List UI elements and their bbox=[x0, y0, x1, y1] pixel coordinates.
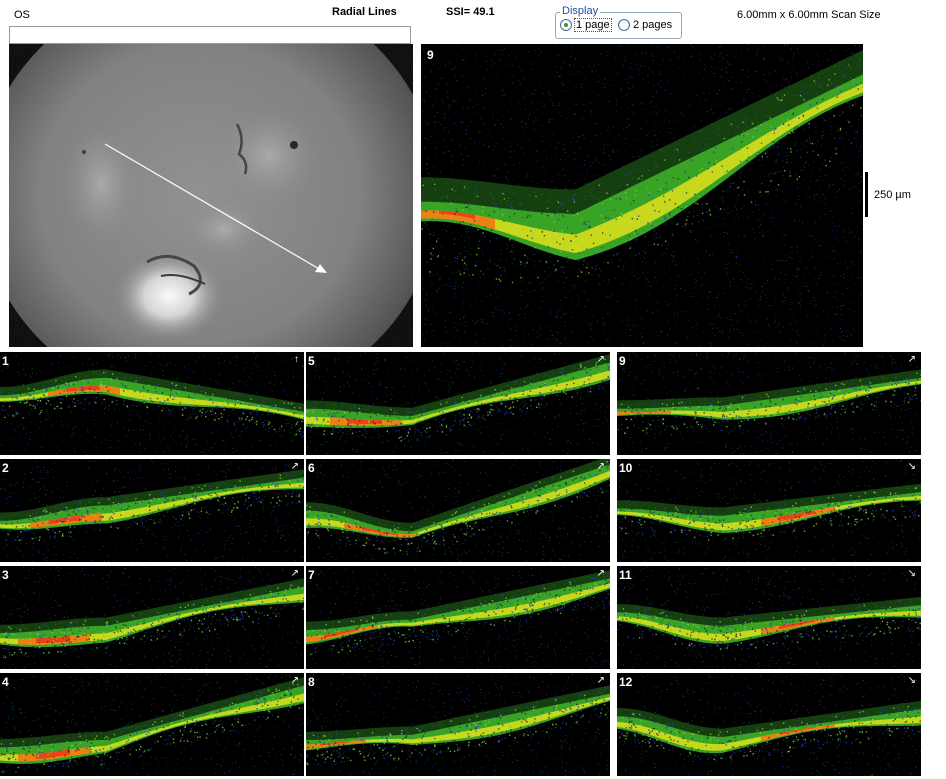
scan-size-label: 6.00mm x 6.00mm Scan Size bbox=[737, 9, 881, 21]
direction-arrow-icon: ↗ bbox=[290, 675, 299, 686]
oct-bscan-image bbox=[421, 44, 863, 347]
thumbnail-scan-5[interactable]: 5 ↗ bbox=[306, 352, 610, 455]
display-2-pages-option[interactable]: 2 pages bbox=[618, 19, 672, 31]
thumbnail-number: 4 bbox=[2, 675, 9, 689]
thumbnail-scan-6[interactable]: 6 ↗ bbox=[306, 459, 610, 562]
thumbnail-number: 7 bbox=[308, 568, 315, 582]
direction-arrow-icon: ↗ bbox=[907, 354, 916, 365]
radio-unselected-icon[interactable] bbox=[618, 19, 630, 31]
oct-bscan-image bbox=[0, 566, 304, 669]
oct-bscan-image bbox=[0, 673, 304, 776]
thumbnail-scan-3[interactable]: 3 ↗ bbox=[0, 566, 304, 669]
oct-bscan-image bbox=[306, 352, 610, 455]
scale-bar-label: 250 µm bbox=[874, 189, 911, 201]
thumbnail-scan-9[interactable]: 9 ↗ bbox=[617, 352, 921, 455]
ssi-value: SSI= 49.1 bbox=[446, 6, 495, 18]
display-legend: Display bbox=[560, 5, 601, 17]
thumbnail-scan-8[interactable]: 8 ↗ bbox=[306, 673, 610, 776]
thumbnail-number: 8 bbox=[308, 675, 315, 689]
oct-bscan-image bbox=[306, 459, 610, 562]
thumbnail-scan-10[interactable]: 10 ↘ bbox=[617, 459, 921, 562]
direction-arrow-icon: ↘ bbox=[907, 461, 916, 472]
thumbnail-number: 10 bbox=[619, 461, 633, 475]
scale-bar bbox=[865, 172, 868, 217]
thumbnail-number: 5 bbox=[308, 354, 315, 368]
thumbnail-number: 12 bbox=[619, 675, 633, 689]
thumbnail-number: 11 bbox=[619, 568, 632, 582]
direction-arrow-icon: ↗ bbox=[290, 568, 299, 579]
oct-bscan-image bbox=[306, 673, 610, 776]
direction-arrow-icon: ↘ bbox=[907, 675, 916, 686]
oct-bscan-image bbox=[617, 673, 921, 776]
thumbnail-scan-2[interactable]: 2 ↗ bbox=[0, 459, 304, 562]
eye-label: OS bbox=[14, 9, 30, 21]
info-field bbox=[9, 26, 411, 44]
main-scan-line-number: 9 bbox=[427, 48, 434, 62]
scan-mode-title: Radial Lines bbox=[332, 6, 397, 18]
oct-bscan-image bbox=[306, 566, 610, 669]
display-options-group: Display 1 page 2 pages bbox=[555, 5, 682, 39]
oct-bscan-image bbox=[617, 459, 921, 562]
oct-bscan-image bbox=[0, 352, 304, 455]
oct-bscan-image bbox=[0, 459, 304, 562]
thumbnail-scan-7[interactable]: 7 ↗ bbox=[306, 566, 610, 669]
direction-arrow-icon: ↗ bbox=[596, 568, 605, 579]
direction-arrow-icon: ↗ bbox=[596, 354, 605, 365]
fundus-image bbox=[9, 44, 413, 347]
direction-arrow-icon: ↗ bbox=[596, 675, 605, 686]
radio-selected-icon[interactable] bbox=[560, 19, 572, 31]
direction-arrow-icon: ↑ bbox=[294, 354, 299, 365]
direction-arrow-icon: ↗ bbox=[596, 461, 605, 472]
main-oct-scan: 9 bbox=[421, 44, 863, 347]
display-2-pages-label: 2 pages bbox=[633, 19, 673, 31]
thumbnail-number: 9 bbox=[619, 354, 626, 368]
direction-arrow-icon: ↗ bbox=[290, 461, 299, 472]
thumbnail-scan-11[interactable]: 11 ↘ bbox=[617, 566, 921, 669]
thumbnail-number: 1 bbox=[2, 354, 9, 368]
thumbnail-number: 6 bbox=[308, 461, 315, 475]
thumbnail-scan-1[interactable]: 1 ↑ bbox=[0, 352, 304, 455]
direction-arrow-icon: ↘ bbox=[907, 568, 916, 579]
thumbnail-number: 3 bbox=[2, 568, 9, 582]
display-1-page-label: 1 page bbox=[574, 18, 612, 32]
thumbnail-scan-12[interactable]: 12 ↘ bbox=[617, 673, 921, 776]
display-1-page-option[interactable]: 1 page bbox=[560, 18, 612, 32]
oct-bscan-image bbox=[617, 566, 921, 669]
thumbnail-number: 2 bbox=[2, 461, 9, 475]
thumbnail-scan-4[interactable]: 4 ↗ bbox=[0, 673, 304, 776]
oct-bscan-image bbox=[617, 352, 921, 455]
